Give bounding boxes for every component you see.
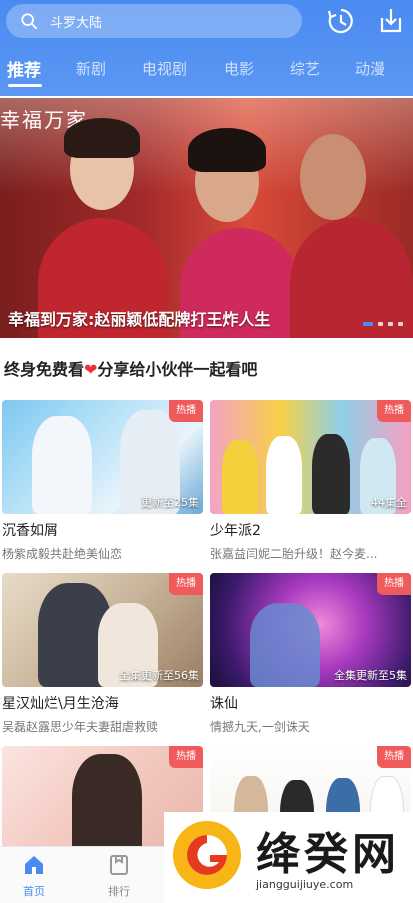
app-root: 斗罗大陆 推荐 新剧 电视剧 电影 综艺 动漫 幸福万家 幸福到万家:赵丽颖低配… bbox=[0, 0, 413, 903]
tab-anime[interactable]: 动漫 bbox=[355, 58, 385, 79]
banner-caption: 幸福到万家:赵丽颖低配牌打王炸人生 bbox=[8, 310, 271, 329]
download-icon[interactable] bbox=[376, 6, 406, 36]
home-icon bbox=[25, 856, 43, 874]
video-subtitle: 情撼九天,一剑诛天 bbox=[210, 720, 310, 734]
pagination-dot bbox=[363, 322, 373, 326]
nav-home-label: 首页 bbox=[23, 885, 45, 898]
video-thumbnail: 热播 全集更新至5集 bbox=[210, 573, 411, 687]
tab-movies[interactable]: 电影 bbox=[224, 58, 254, 79]
search-bar[interactable]: 斗罗大陆 bbox=[6, 4, 302, 38]
search-placeholder: 斗罗大陆 bbox=[50, 15, 103, 31]
top-header: 斗罗大陆 推荐 新剧 电视剧 电影 综艺 动漫 bbox=[0, 0, 413, 96]
ranking-icon bbox=[110, 855, 128, 875]
episode-count: 44集全 bbox=[371, 496, 407, 509]
video-title: 少年派2 bbox=[210, 523, 261, 539]
video-thumbnail: 热播 44集全 bbox=[210, 400, 411, 514]
video-title: 诛仙 bbox=[210, 696, 238, 712]
episode-count: 全集更新至5集 bbox=[334, 669, 407, 682]
tab-tv-series[interactable]: 电视剧 bbox=[142, 58, 187, 79]
video-card[interactable]: 热播 更新至25集 沉香如屑 杨紫成毅共赴绝美仙恋 bbox=[2, 400, 203, 562]
video-title: 星汉灿烂\月生沧海 bbox=[2, 696, 119, 712]
watermark-url: jiangguijiuye.com bbox=[256, 878, 354, 891]
banner-person-2-hair bbox=[188, 128, 266, 172]
pagination-dot bbox=[388, 322, 393, 326]
video-thumbnail: 热播 全集更新至56集 bbox=[2, 573, 203, 687]
category-tabs: 推荐 新剧 电视剧 电影 综艺 动漫 bbox=[0, 54, 413, 84]
watermark-text: 绛癸网 bbox=[256, 829, 400, 880]
episode-count: 更新至25集 bbox=[141, 496, 199, 509]
episode-count: 全集更新至56集 bbox=[119, 669, 199, 682]
active-tab-indicator bbox=[8, 84, 42, 87]
share-section-title: 终身免费看❤分享给小伙伴一起看吧 bbox=[4, 356, 257, 380]
video-title: 沉香如屑 bbox=[2, 523, 58, 539]
section-title-part-b: 分享给小伙伴一起看吧 bbox=[97, 360, 258, 379]
hot-badge: 热播 bbox=[377, 573, 411, 595]
video-subtitle: 张嘉益闫妮二胎升级！赵今麦... bbox=[210, 547, 378, 561]
nav-ranking[interactable]: 排行 bbox=[99, 853, 139, 899]
banner-person-3-face bbox=[300, 134, 366, 220]
video-subtitle: 吴磊赵露思少年夫妻甜虐救赎 bbox=[2, 720, 159, 734]
hot-badge: 热播 bbox=[169, 746, 203, 768]
video-card[interactable]: 热播 44集全 少年派2 张嘉益闫妮二胎升级！赵今麦... bbox=[210, 400, 411, 562]
video-card[interactable]: 热播 全集更新至5集 诛仙 情撼九天,一剑诛天 bbox=[210, 573, 411, 735]
banner-pagination bbox=[363, 322, 403, 326]
nav-ranking-label: 排行 bbox=[108, 885, 130, 898]
nav-home[interactable]: 首页 bbox=[14, 853, 54, 899]
video-card[interactable]: 热播 全集更新至56集 星汉灿烂\月生沧海 吴磊赵露思少年夫妻甜虐救赎 bbox=[2, 573, 203, 735]
heart-icon: ❤ bbox=[84, 360, 98, 379]
search-icon bbox=[21, 13, 38, 30]
hot-badge: 热播 bbox=[377, 746, 411, 768]
hero-banner[interactable]: 幸福万家 幸福到万家:赵丽颖低配牌打王炸人生 bbox=[0, 98, 413, 338]
banner-person-1-hair bbox=[64, 118, 140, 158]
hot-badge: 热播 bbox=[377, 400, 411, 422]
section-title-part-a: 终身免费看 bbox=[4, 360, 85, 379]
pagination-dot bbox=[378, 322, 383, 326]
tab-variety[interactable]: 综艺 bbox=[290, 58, 320, 79]
banner-person-3-body bbox=[290, 218, 413, 338]
hot-badge: 热播 bbox=[169, 400, 203, 422]
tab-new-drama[interactable]: 新剧 bbox=[76, 58, 106, 79]
video-thumbnail: 热播 更新至25集 bbox=[2, 400, 203, 514]
tab-recommend[interactable]: 推荐 bbox=[7, 56, 41, 81]
pagination-dot bbox=[398, 322, 403, 326]
history-icon[interactable] bbox=[326, 6, 356, 36]
watermark-logo-icon bbox=[173, 821, 241, 889]
hot-badge: 热播 bbox=[169, 573, 203, 595]
site-watermark: 绛癸网 jiangguijiuye.com bbox=[164, 812, 413, 903]
video-subtitle: 杨紫成毅共赴绝美仙恋 bbox=[2, 547, 123, 561]
